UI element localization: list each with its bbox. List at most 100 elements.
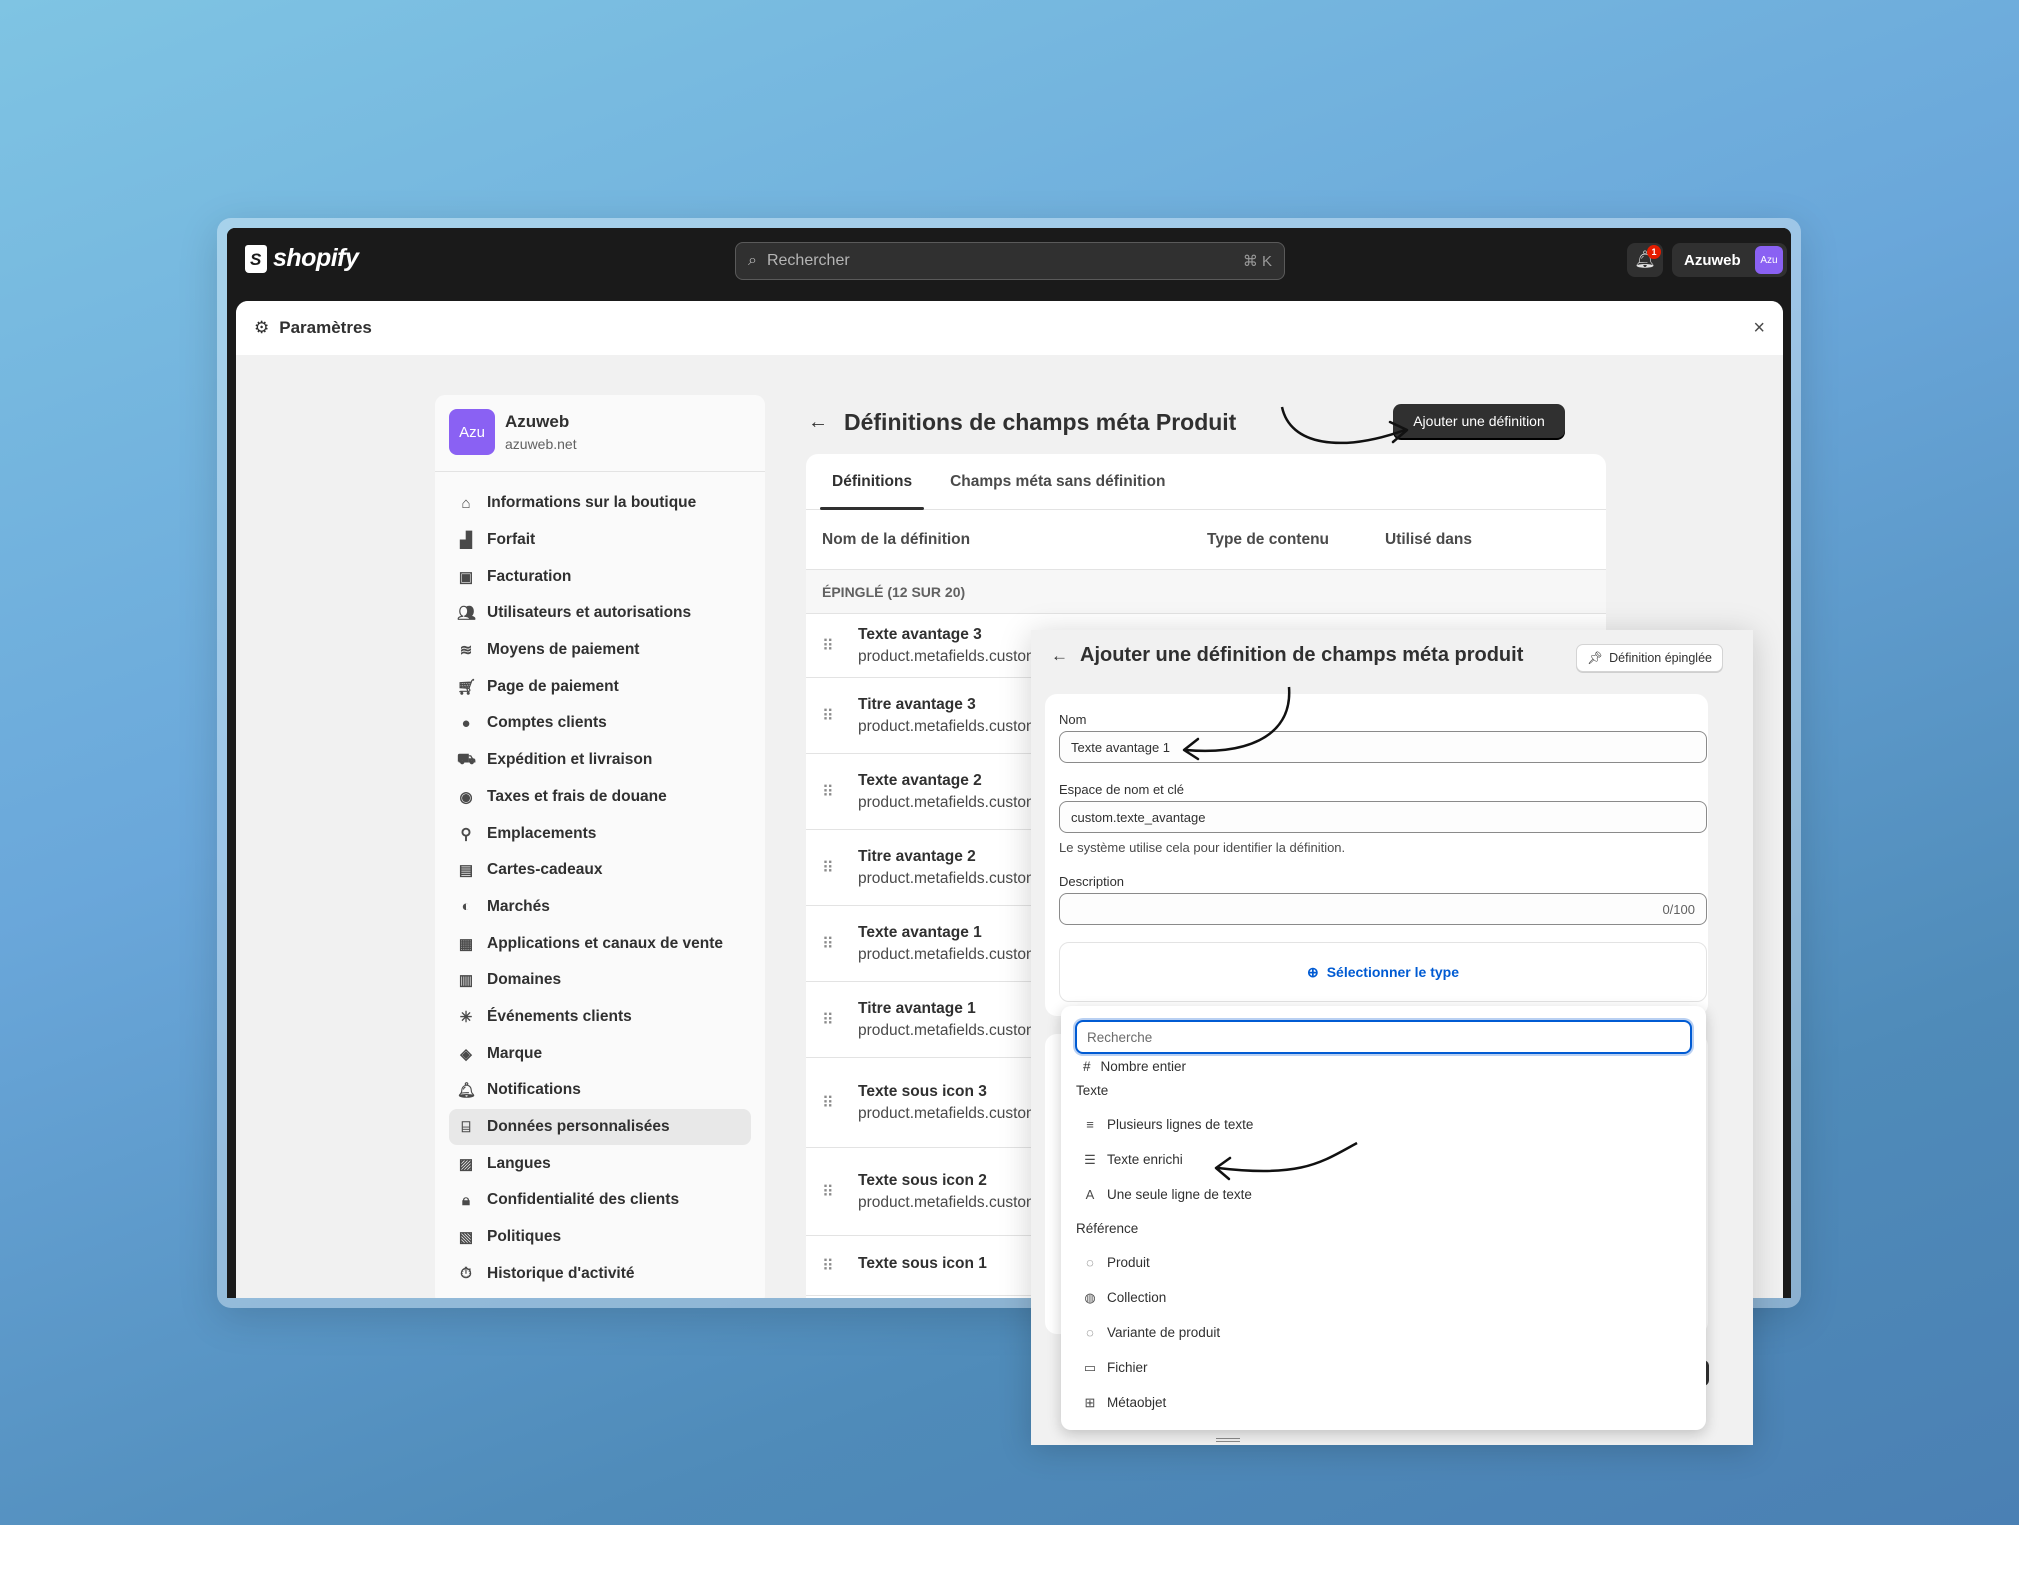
file-icon: ▭ — [1083, 1359, 1097, 1375]
column-header-name[interactable]: Nom de la définition — [822, 531, 1207, 549]
metaobject-icon: ⊞ — [1084, 1394, 1096, 1410]
column-header-type[interactable]: Type de contenu — [1207, 531, 1385, 549]
namespace-field[interactable]: custom.texte_avantage — [1059, 801, 1707, 833]
drag-handle-icon[interactable]: ⠿ — [822, 1256, 842, 1276]
type-option-label: Plusieurs lignes de texte — [1107, 1117, 1254, 1132]
type-option[interactable]: ⊞ Métaobjet — [1061, 1385, 1706, 1420]
sidebar-item-15[interactable]: ◈ Marque — [449, 1035, 751, 1072]
sidebar-item-label: Applications et canaux de vente — [487, 934, 724, 952]
brand-name: shopify — [273, 244, 359, 272]
bag-icon: ◉ — [459, 788, 473, 806]
drag-handle-icon[interactable]: ⠿ — [822, 1010, 842, 1030]
gift-card-icon: ▤ — [458, 862, 474, 880]
sidebar-item-8[interactable]: ◉ Taxes et frais de douane — [449, 779, 751, 816]
back-arrow-icon[interactable]: ← — [1051, 646, 1068, 666]
description-counter: 0/100 — [1662, 901, 1695, 917]
sidebar-item-16[interactable]: 🔔︎ Notifications — [449, 1072, 751, 1109]
namespace-label: Espace de nom et clé — [1059, 782, 1185, 797]
column-header-used-in[interactable]: Utilisé dans — [1385, 531, 1472, 549]
sidebar-item-2[interactable]: ▣ Facturation — [449, 558, 751, 595]
resize-handle[interactable] — [1216, 1438, 1240, 1442]
type-option-label: Texte enrichi — [1107, 1152, 1183, 1167]
drag-handle-icon[interactable]: ⠿ — [822, 782, 842, 802]
definition-name: Texte sous icon 2 — [858, 1171, 987, 1189]
variant-icon: ◌ — [1086, 1325, 1094, 1340]
sidebar-item-4[interactable]: ≋ Moyens de paiement — [449, 632, 751, 669]
sidebar-item-6[interactable]: ● Comptes clients — [449, 705, 751, 742]
drag-handle-icon[interactable]: ⠿ — [822, 934, 842, 954]
name-field[interactable]: Texte avantage 1 — [1059, 731, 1707, 763]
database-icon: ⌸ — [461, 1118, 471, 1136]
type-option-label: Métaobjet — [1107, 1395, 1167, 1410]
domain-icon: ▥ — [458, 972, 474, 990]
drag-handle-icon[interactable]: ⠿ — [822, 1182, 842, 1202]
type-option[interactable]: ▭ Fichier — [1061, 1350, 1706, 1385]
type-option[interactable]: ☰ Texte enrichi — [1061, 1142, 1706, 1177]
table-header: Nom de la définition Type de contenu Uti… — [806, 510, 1606, 570]
type-option[interactable]: ◍ Collection — [1061, 1280, 1706, 1315]
sidebar-item-20[interactable]: ▧ Politiques — [449, 1219, 751, 1256]
collection-icon: ◍ — [1084, 1289, 1096, 1305]
sidebar-item-19[interactable]: 🔒︎ Confidentialité des clients — [449, 1182, 751, 1219]
sidebar-item-21[interactable]: ⏱︎ Historique d'activité — [449, 1255, 751, 1292]
sidebar-item-11[interactable]: ◐ Marchés — [449, 889, 751, 926]
notifications-button[interactable]: 🔔︎ 1 — [1627, 243, 1663, 277]
bottom-band — [0, 1525, 2019, 1574]
annotation-arrow-icon — [1214, 1141, 1358, 1181]
sidebar-item-3[interactable]: 👥︎ Utilisateurs et autorisations — [449, 595, 751, 632]
sidebar-item-5[interactable]: 🛒︎ Page de paiement — [449, 668, 751, 705]
global-search[interactable]: ⌕ Rechercher ⌘ K — [735, 242, 1285, 280]
sidebar-item-9[interactable]: ⚲ Emplacements — [449, 815, 751, 852]
tab-unstructured[interactable]: Champs méta sans définition — [950, 454, 1165, 510]
drag-handle-icon[interactable]: ⠿ — [822, 706, 842, 726]
drag-handle-icon[interactable]: ⠿ — [822, 636, 842, 656]
type-search-input[interactable]: Recherche — [1075, 1020, 1692, 1054]
sidebar-item-13[interactable]: ▥ Domaines — [449, 962, 751, 999]
sidebar-item-label: Données personnalisées — [487, 1118, 670, 1136]
sidebar-item-14[interactable]: ✳ Événements clients — [449, 999, 751, 1036]
definition-key: product.metafields.custom — [858, 945, 1039, 963]
sidebar-item-10[interactable]: ▤ Cartes-cadeaux — [449, 852, 751, 889]
settings-nav: ⌂ Informations sur la boutique ▟ Forfait ▣ Fa… — [449, 485, 751, 1292]
tab-definitions[interactable]: Définitions — [819, 454, 925, 510]
definition-key: product.metafields.custom — [858, 647, 1039, 665]
sidebar-item-18[interactable]: ▨ Langues — [449, 1145, 751, 1182]
description-field[interactable]: 0/100 — [1059, 893, 1707, 925]
type-option[interactable]: ◌ Variante de produit — [1061, 1315, 1706, 1350]
modal-header: ← Ajouter une définition de champs méta … — [1051, 644, 1523, 667]
sidebar-item-label: Politiques — [487, 1228, 562, 1246]
page-header: ← Définitions de champs méta Produit — [808, 409, 1236, 436]
add-definition-button[interactable]: Ajouter une définition — [1393, 404, 1565, 438]
list-item[interactable]: # Nombre entier — [1061, 1058, 1706, 1074]
pinned-definition-button[interactable]: 📌︎ Définition épinglée — [1576, 644, 1723, 672]
sidebar-item-17[interactable]: ⌸ Données personnalisées — [449, 1108, 751, 1146]
back-arrow-icon[interactable]: ← — [808, 411, 828, 434]
sidebar-item-7[interactable]: ⛟ Expédition et livraison — [449, 742, 751, 779]
type-option-label: Fichier — [1107, 1360, 1148, 1375]
shopify-logo[interactable]: shopify — [245, 244, 359, 273]
definition-key: product.metafields.custom — [858, 1193, 1039, 1211]
type-group-label: Référence — [1076, 1221, 1139, 1236]
sidebar-item-1[interactable]: ▟ Forfait — [449, 522, 751, 559]
select-type-button[interactable]: ⊕ Sélectionner le type — [1059, 942, 1707, 1002]
pinned-definition-label: Définition épinglée — [1609, 651, 1712, 665]
definition-key: product.metafields.custom — [858, 793, 1039, 811]
definition-name: Texte avantage 2 — [858, 771, 982, 789]
type-list: # Nombre entier Texte ≡ Plusieurs lignes de … — [1061, 1058, 1706, 1420]
type-search-placeholder: Recherche — [1087, 1029, 1153, 1045]
type-option[interactable]: ≡ Plusieurs lignes de texte — [1061, 1107, 1706, 1142]
select-type-label: Sélectionner le type — [1326, 964, 1459, 980]
sidebar-item-label: Forfait — [487, 531, 536, 549]
cart-icon: 🛒︎ — [457, 678, 477, 696]
sidebar-item-0[interactable]: ⌂ Informations sur la boutique — [449, 485, 751, 522]
drag-handle-icon[interactable]: ⠿ — [822, 858, 842, 878]
annotation-arrow-icon — [1280, 406, 1409, 445]
close-button[interactable]: × — [1753, 317, 1765, 340]
type-option[interactable]: A Une seule ligne de texte — [1061, 1177, 1706, 1212]
drag-handle-icon[interactable]: ⠿ — [822, 1093, 842, 1113]
sidebar-item-12[interactable]: ▦ Applications et canaux de vente — [449, 925, 751, 962]
store-menu-button[interactable]: Azuweb Azu — [1672, 243, 1787, 277]
location-icon: ⚲ — [460, 825, 472, 843]
type-option[interactable]: ◌ Produit — [1061, 1245, 1706, 1280]
definition-name: Texte sous icon 3 — [858, 1082, 987, 1100]
